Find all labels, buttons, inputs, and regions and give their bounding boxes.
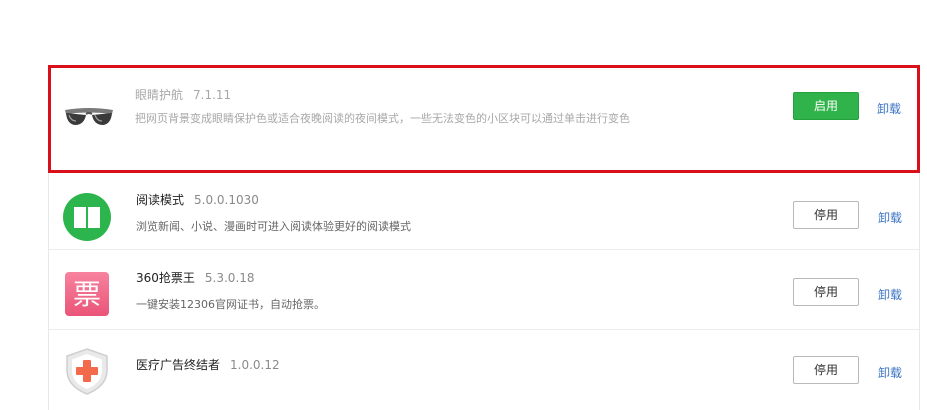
extension-version: 7.1.11 <box>193 88 232 102</box>
uninstall-link[interactable]: 卸载 <box>878 286 902 304</box>
sunglasses-icon <box>61 88 113 138</box>
extension-row-eye-care: 眼睛护航 7.1.11 把网页背景变成眼睛保护色或适合夜晚阅读的夜间模式，一些无法… <box>48 65 920 173</box>
disable-button[interactable]: 停用 <box>793 201 859 229</box>
extension-info: 眼睛护航 7.1.11 把网页背景变成眼睛保护色或适合夜晚阅读的夜间模式，一些无法… <box>135 86 695 131</box>
svg-text:票: 票 <box>73 278 101 311</box>
extension-version: 1.0.0.12 <box>230 358 280 372</box>
extension-row-reading-mode: 阅读模式 5.0.0.1030 浏览新闻、小说、漫画时可进入阅读体验更好的阅读模式… <box>48 173 920 250</box>
extension-name: 阅读模式 <box>136 193 185 207</box>
extension-info: 360抢票王 5.3.0.18 一键安装12306官网证书，自动抢票。 <box>136 269 696 317</box>
uninstall-link[interactable]: 卸载 <box>878 209 902 227</box>
extension-row-medical-ad-blocker: 医疗广告终结者 1.0.0.12 停用 卸载 <box>48 330 920 410</box>
medical-shield-icon <box>62 346 112 396</box>
uninstall-link[interactable]: 卸载 <box>878 364 902 382</box>
extension-list: 眼睛护航 7.1.11 把网页背景变成眼睛保护色或适合夜晚阅读的夜间模式，一些无法… <box>48 65 920 410</box>
extension-name: 360抢票王 <box>136 271 195 285</box>
extension-row-360-ticket: 票 360抢票王 5.3.0.18 一键安装12306官网证书，自动抢票。 停用 … <box>48 250 920 330</box>
extension-name: 医疗广告终结者 <box>136 358 221 372</box>
disable-button[interactable]: 停用 <box>793 356 859 384</box>
extension-version: 5.0.0.1030 <box>194 193 259 207</box>
extension-version: 5.3.0.18 <box>204 271 255 285</box>
enable-button[interactable]: 启用 <box>793 92 859 120</box>
extension-info: 医疗广告终结者 1.0.0.12 <box>136 356 696 374</box>
extension-info: 阅读模式 5.0.0.1030 浏览新闻、小说、漫画时可进入阅读体验更好的阅读模式 <box>136 191 696 239</box>
book-icon <box>62 192 112 242</box>
extension-name: 眼睛护航 <box>135 88 184 102</box>
extension-description: 一键安装12306官网证书，自动抢票。 <box>136 298 325 311</box>
extension-description: 把网页背景变成眼睛保护色或适合夜晚阅读的夜间模式，一些无法变色的小区块可以通过单… <box>135 112 630 125</box>
disable-button[interactable]: 停用 <box>793 278 859 306</box>
uninstall-link[interactable]: 卸载 <box>877 100 901 118</box>
extension-description: 浏览新闻、小说、漫画时可进入阅读体验更好的阅读模式 <box>136 220 411 233</box>
extension-manager-page: 眼睛护航 7.1.11 把网页背景变成眼睛保护色或适合夜晚阅读的夜间模式，一些无法… <box>0 0 927 410</box>
ticket-icon: 票 <box>62 269 112 319</box>
